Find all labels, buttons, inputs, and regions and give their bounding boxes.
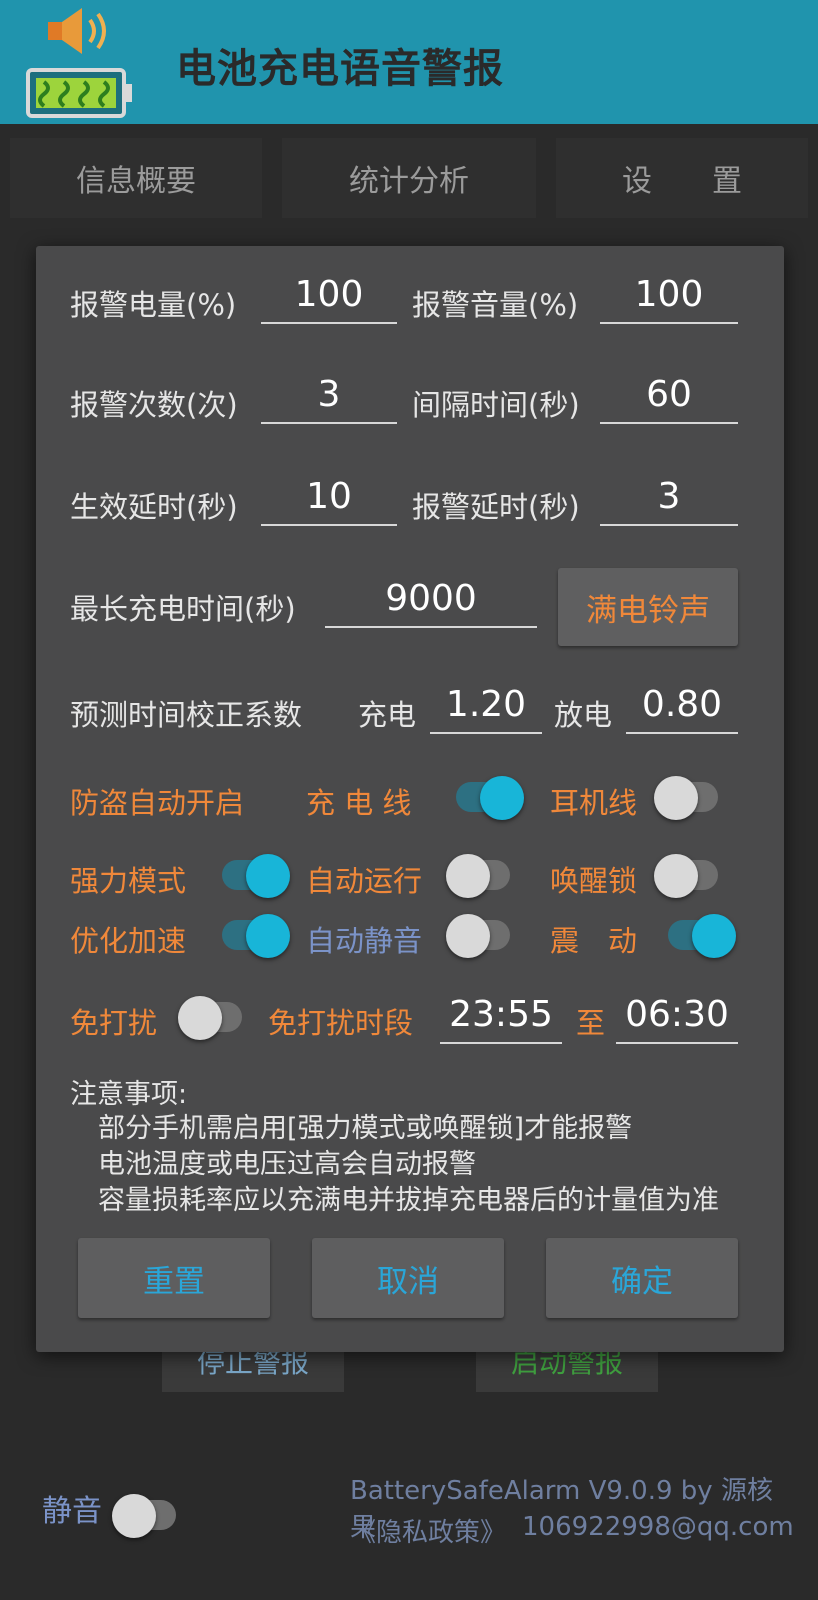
- note-line: 电池温度或电压过高会自动报警: [98, 1149, 476, 1180]
- auto-run-toggle[interactable]: [446, 854, 510, 898]
- discharge-coef-input[interactable]: 0.80: [626, 678, 738, 734]
- privacy-link[interactable]: 《隐私政策》: [350, 1512, 506, 1549]
- battery-speaker-icon: [26, 8, 132, 118]
- dnd-end-input[interactable]: 06:30: [616, 988, 738, 1044]
- tab-settings[interactable]: 设 置: [556, 138, 808, 218]
- interval-input[interactable]: 60: [600, 368, 738, 424]
- vibrate-label: 震 动: [550, 924, 638, 958]
- vibrate-toggle[interactable]: [668, 914, 736, 958]
- mute-label: 静音: [42, 1494, 102, 1529]
- dnd-label: 免打扰: [70, 1006, 158, 1040]
- alarm-volume-input[interactable]: 100: [600, 268, 738, 324]
- effect-delay-label: 生效延时(秒): [70, 490, 238, 524]
- charging-cable-toggle[interactable]: [456, 776, 524, 820]
- footer: 静音 BatterySafeAlarm V9.0.9 by 源核果 《隐私政策》…: [20, 1466, 798, 1576]
- max-charge-label: 最长充电时间(秒): [70, 592, 296, 626]
- alarm-count-input[interactable]: 3: [261, 368, 397, 424]
- discharge-coef-label: 放电: [554, 698, 613, 732]
- full-charge-ringtone-button[interactable]: 满电铃声: [558, 568, 738, 646]
- reset-button[interactable]: 重置: [78, 1238, 270, 1318]
- max-charge-input[interactable]: 9000: [325, 572, 537, 628]
- note-line: 部分手机需启用[强力模式或唤醒锁]才能报警: [98, 1113, 633, 1144]
- tab-statistics[interactable]: 统计分析: [282, 138, 536, 218]
- optimize-label: 优化加速: [70, 924, 187, 958]
- cancel-button[interactable]: 取消: [312, 1238, 504, 1318]
- app-bar: 电池充电语音警报: [0, 0, 818, 124]
- alarm-delay-input[interactable]: 3: [600, 470, 738, 526]
- alarm-level-label: 报警电量(%): [70, 288, 237, 322]
- settings-dialog: 报警电量(%) 100 报警音量(%) 100 报警次数(次) 3 间隔时间(秒…: [36, 246, 784, 1352]
- note-line: 容量损耗率应以充满电并拔掉充电器后的计量值为准: [98, 1185, 719, 1216]
- dnd-period-label: 免打扰时段: [268, 1006, 414, 1040]
- interval-label: 间隔时间(秒): [412, 388, 580, 422]
- auto-run-label: 自动运行: [306, 864, 423, 898]
- earphone-label: 耳机线: [550, 786, 638, 820]
- charge-coef-input[interactable]: 1.20: [430, 678, 542, 734]
- earphone-toggle[interactable]: [654, 776, 718, 820]
- wake-lock-toggle[interactable]: [654, 854, 718, 898]
- alarm-delay-label: 报警延时(秒): [412, 490, 580, 524]
- wake-lock-label: 唤醒锁: [550, 864, 638, 898]
- dnd-to-label: 至: [576, 1006, 606, 1040]
- alarm-level-input[interactable]: 100: [261, 268, 397, 324]
- tab-info-summary[interactable]: 信息概要: [10, 138, 262, 218]
- mute-toggle[interactable]: [112, 1494, 176, 1538]
- charge-coef-label: 充电: [358, 698, 417, 732]
- charging-cable-label: 充 电 线: [306, 786, 412, 820]
- effect-delay-input[interactable]: 10: [261, 470, 397, 526]
- dnd-toggle[interactable]: [178, 996, 242, 1040]
- antitheft-label: 防盗自动开启: [70, 786, 245, 820]
- app-title: 电池充电语音警报: [176, 46, 504, 92]
- force-mode-label: 强力模式: [70, 864, 187, 898]
- optimize-toggle[interactable]: [222, 914, 290, 958]
- contact-email: 106922998@qq.com: [522, 1512, 794, 1542]
- auto-mute-toggle[interactable]: [446, 914, 510, 958]
- dnd-start-input[interactable]: 23:55: [440, 988, 562, 1044]
- alarm-volume-label: 报警音量(%): [412, 288, 579, 322]
- auto-mute-label: 自动静音: [306, 924, 423, 958]
- correction-label: 预测时间校正系数: [70, 698, 303, 732]
- confirm-button[interactable]: 确定: [546, 1238, 738, 1318]
- force-mode-toggle[interactable]: [222, 854, 290, 898]
- alarm-count-label: 报警次数(次): [70, 388, 238, 422]
